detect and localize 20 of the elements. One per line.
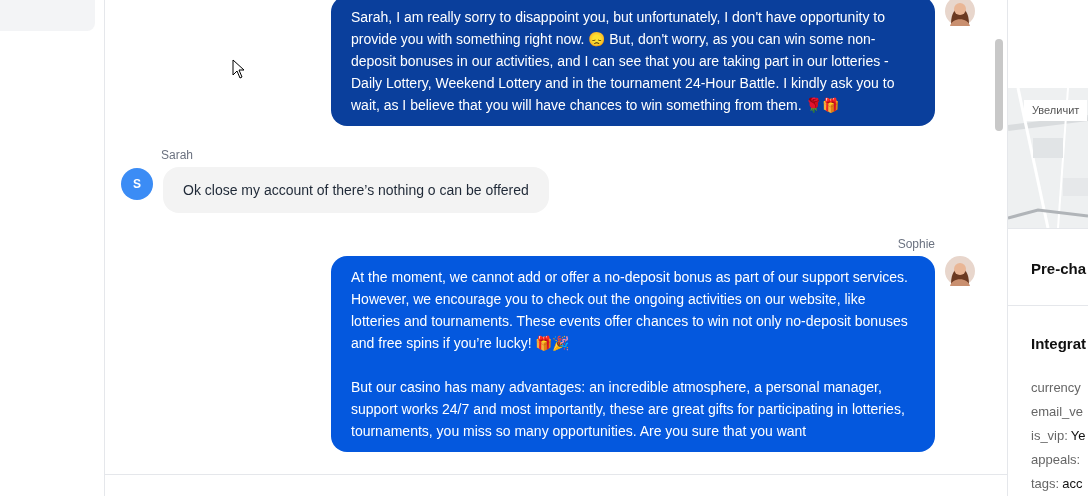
message-bubble: Ok close my account of there’s nothing o can be offered <box>163 167 549 213</box>
scrollbar[interactable] <box>995 39 1003 131</box>
field-label: appeals: <box>1031 450 1081 469</box>
field-label: tags: <box>1031 474 1060 493</box>
message-bubble: At the moment, we cannot add or offer a no-deposit bonus as part of our support services. However, we encourage you to check out the ongoing activities on our website, like lotteries and tournaments. These events offer chances to win not only no-deposit bonuses and free spins if you’re lucky! 🎁🎉 But our casino has many advantages: an incredible atmosphere, a personal manager, support works 24/7 and most importantly, these are great gifts for participating in lotteries, tournaments, you miss so many opportunities. Are you sure that you want <box>331 256 935 452</box>
field-value: acc <box>1062 474 1083 493</box>
enlarge-map-button[interactable]: Увеличит <box>1024 100 1088 121</box>
section-title: Pre-cha <box>1031 260 1087 277</box>
sender-name: Sophie <box>897 236 935 253</box>
field-label: email_ve <box>1031 402 1084 421</box>
message-bubble: Sarah, I am really sorry to disappoint you, but unfortunately, I don't have opportunity to provide you with something right now. 😞 But, don't worry, as you can win some non-deposit bonuses in our activities, and I can see that you are taking part in our lotteries - Daily Lottery, Weekend Lottery and in the tournament 24-Hour Battle. I kindly ask you to wait, as I believe that you will have chances to win something from them. 🌹🎁 <box>331 0 935 126</box>
field-value: Ye <box>1070 426 1086 445</box>
field-label: currency <box>1031 378 1081 397</box>
field-label: is_vip: <box>1031 426 1068 445</box>
cursor-icon <box>232 59 245 79</box>
avatar-icon <box>945 256 975 286</box>
customer-avatar: S <box>121 168 153 200</box>
section-title: Integrat <box>1031 334 1087 354</box>
sender-name: Sarah <box>161 147 195 164</box>
avatar-icon <box>945 0 975 26</box>
